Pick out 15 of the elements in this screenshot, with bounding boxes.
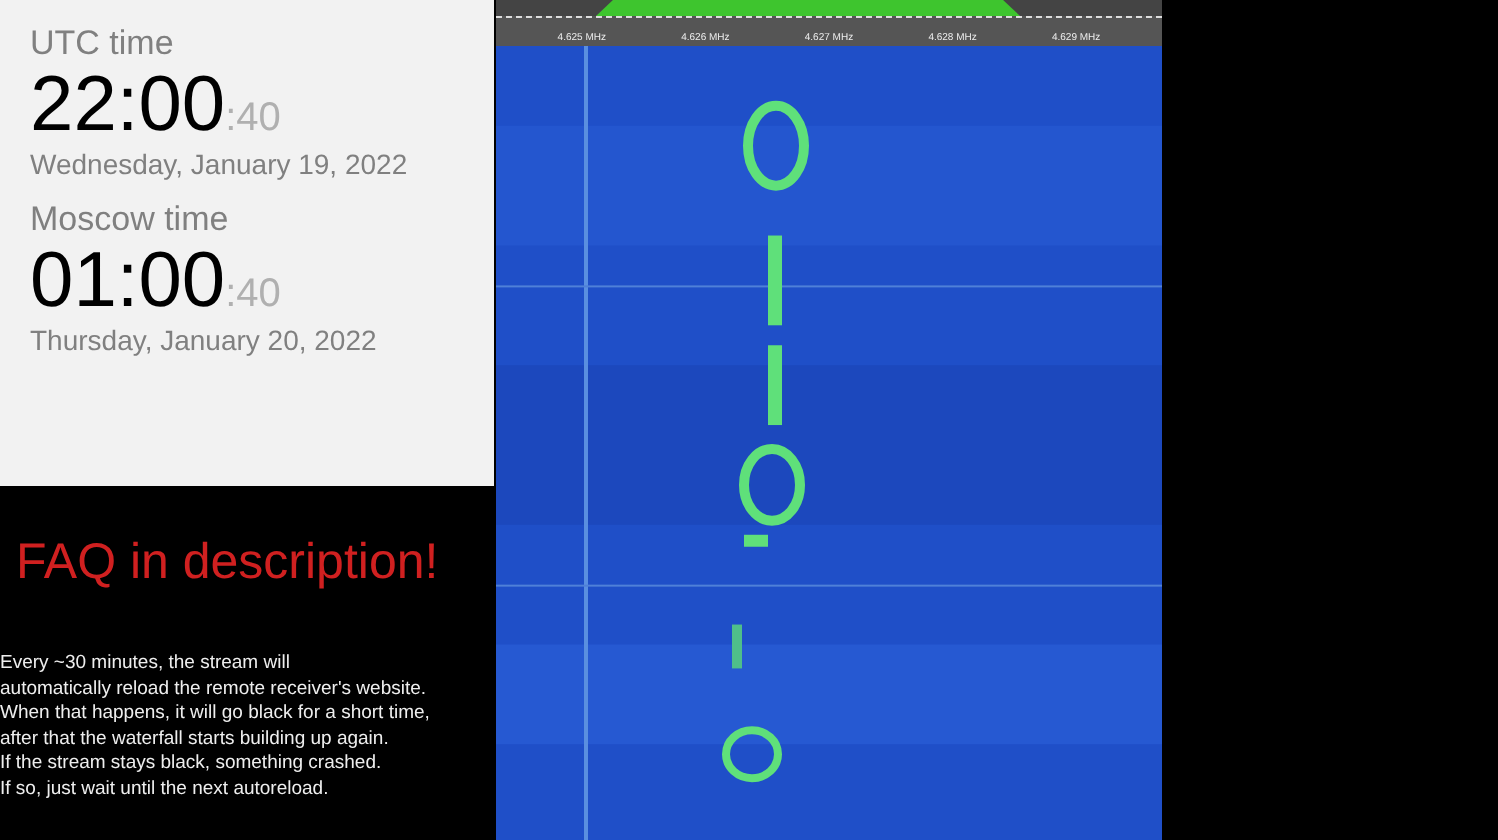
- clock-label: UTC time: [30, 24, 174, 64]
- notice-line: after that the waterfall starts building up again.: [0, 727, 389, 752]
- clock-seconds: :40: [225, 272, 281, 318]
- notice-line: If so, just wait until the next autoreload.: [0, 777, 329, 802]
- clock-seconds: :40: [225, 96, 281, 142]
- clock-time: 01:00: [30, 240, 226, 324]
- clock-label: Moscow time: [30, 200, 229, 240]
- clock-date: Wednesday, January 19, 2022: [30, 148, 410, 180]
- notice-line: Every ~30 minutes, the stream will: [0, 652, 290, 677]
- clock-date: Thursday, January 20, 2022: [30, 324, 379, 356]
- clock-time: 22:00: [30, 64, 226, 148]
- notice-line: When that happens, it will go black for a short time,: [0, 702, 430, 727]
- notice-line: If the stream stays black, something crashed.: [0, 752, 382, 777]
- faq-notice: FAQ in description!: [16, 534, 439, 592]
- notice-line: automatically reload the remote receiver's website.: [0, 677, 427, 702]
